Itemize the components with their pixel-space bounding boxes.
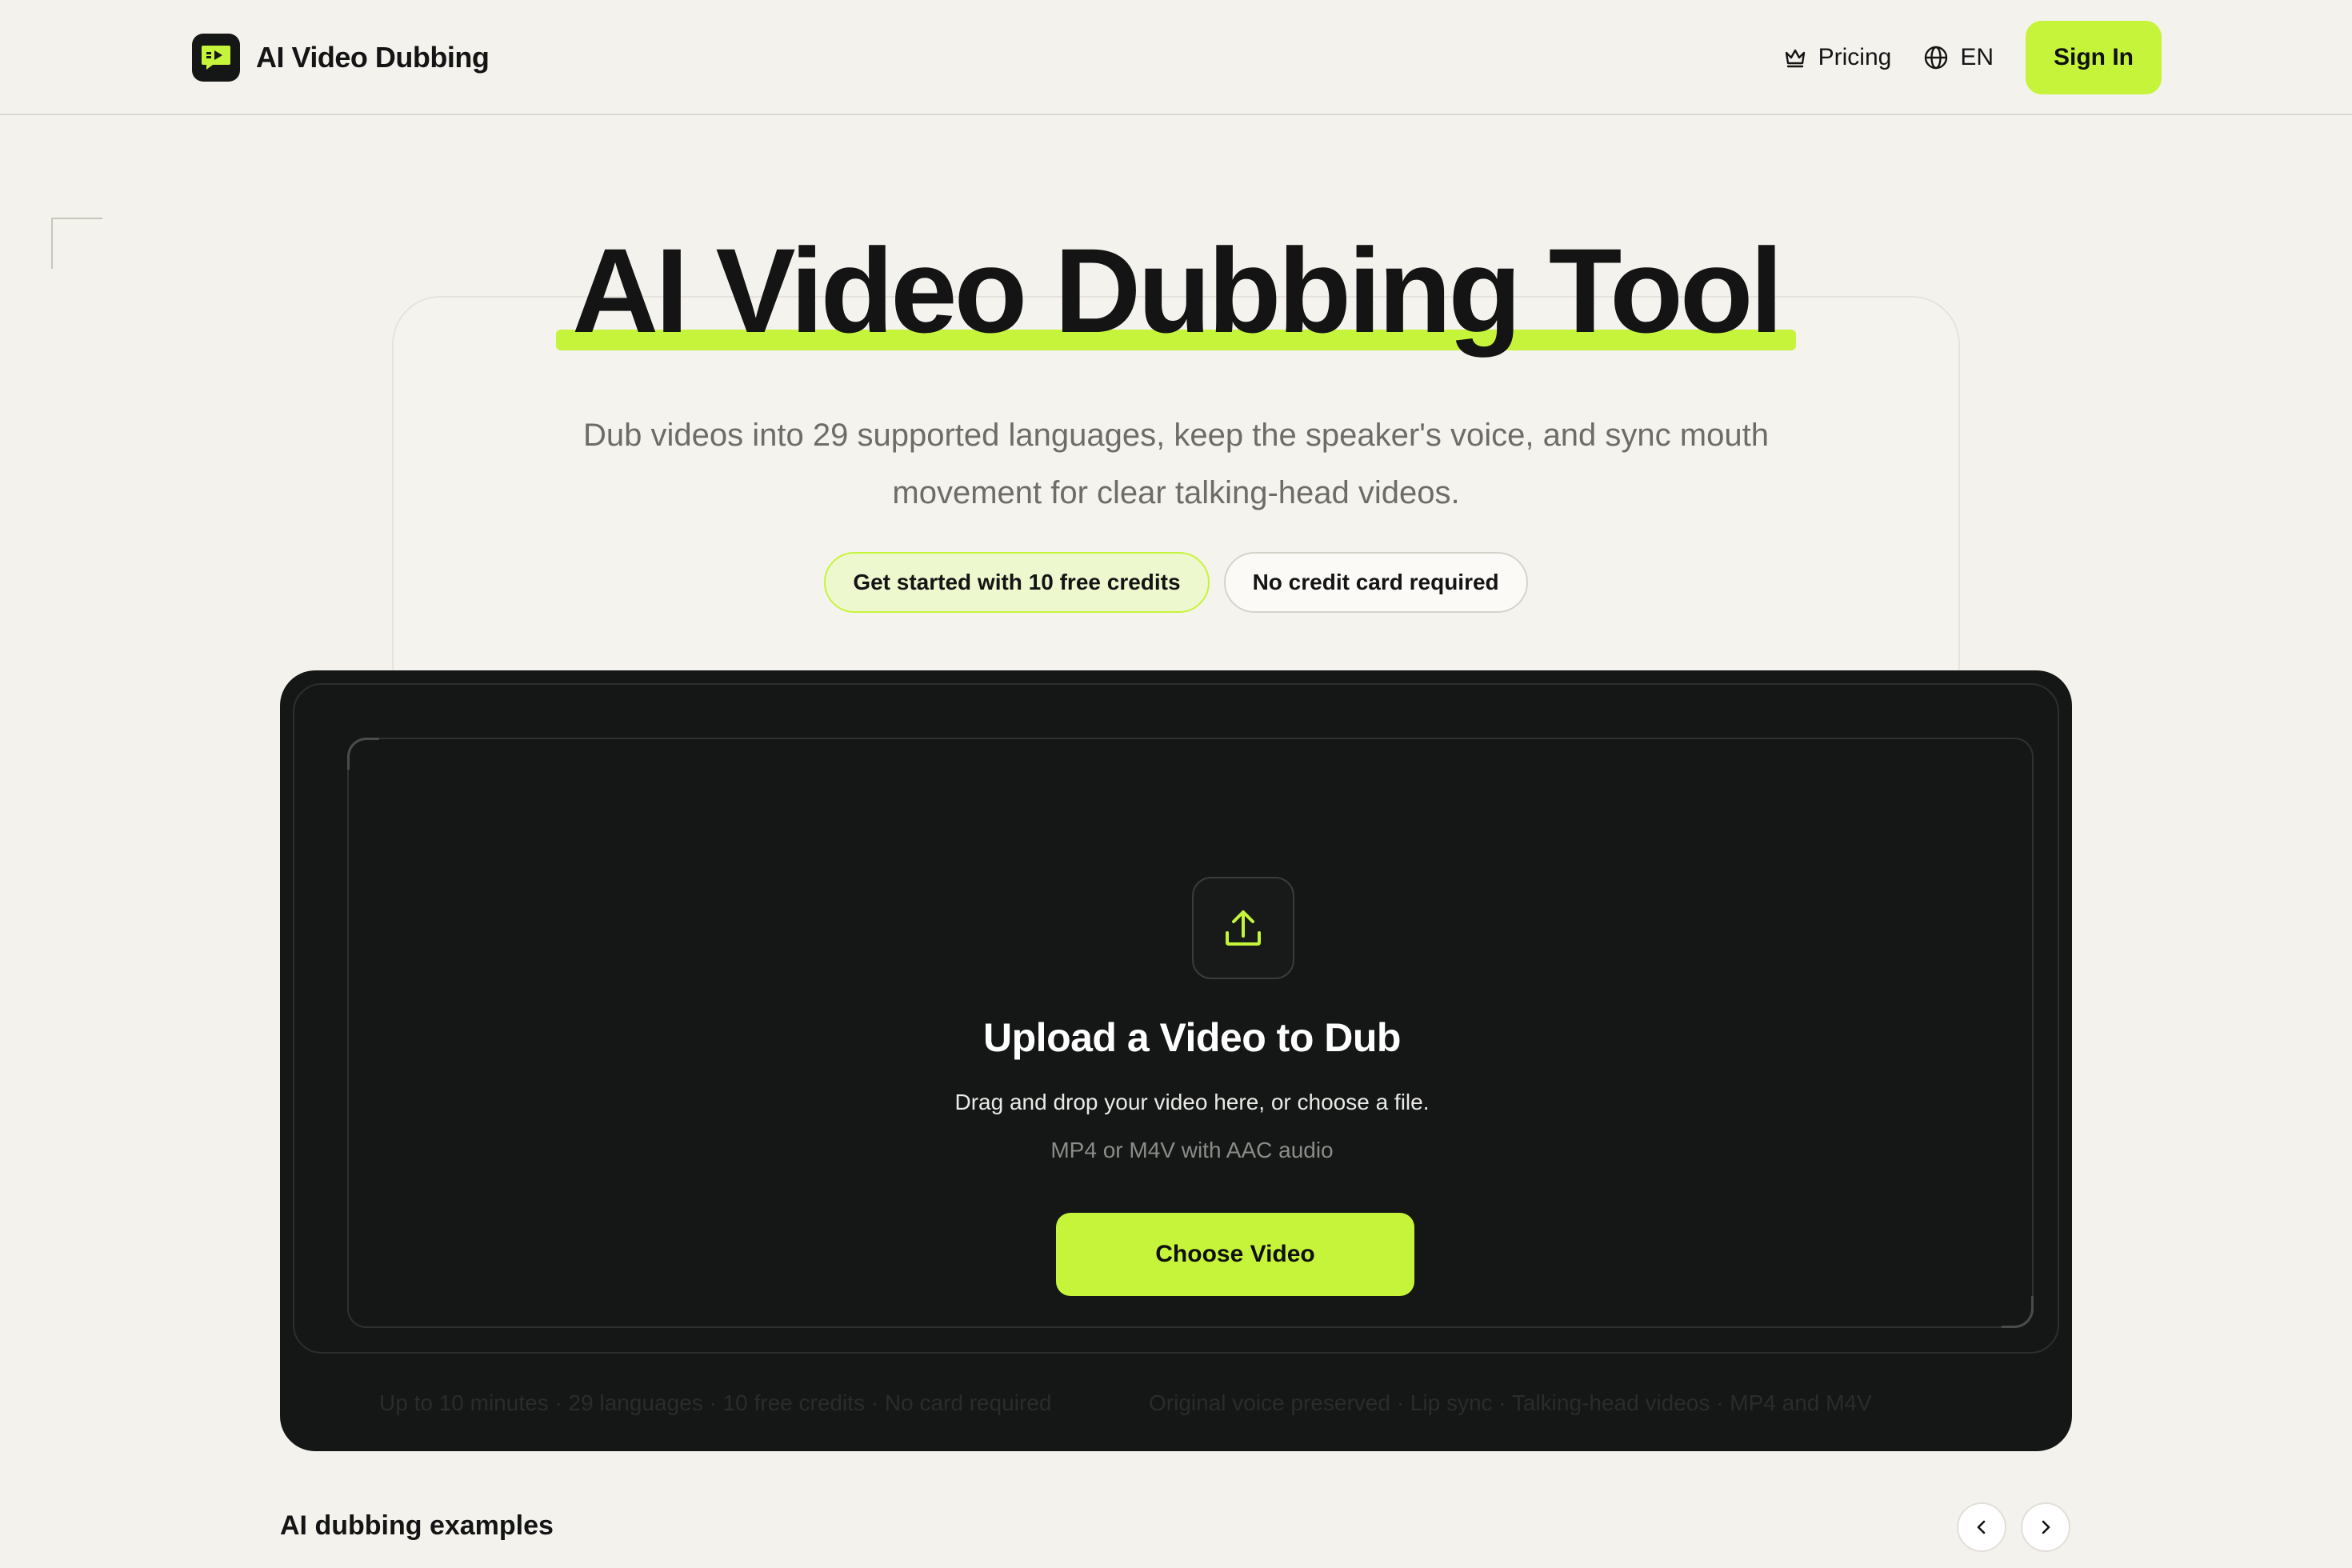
free-credits-badge: Get started with 10 free credits [824,552,1210,613]
hero-badges: Get started with 10 free credits No cred… [0,552,2352,613]
nav-pricing-link[interactable]: Pricing [1783,44,1892,71]
site-header: AI Video Dubbing Pricing EN Sign In [0,0,2352,115]
dropzone-corner-tl [347,738,379,770]
upload-title: Upload a Video to Dub [983,1015,1401,1060]
top-nav: Pricing EN Sign In [1783,21,2162,94]
chevron-right-icon [2042,1520,2050,1534]
sign-in-button[interactable]: Sign In [2026,21,2162,94]
video-dub-logo-icon [192,34,240,82]
chevron-left-icon [1977,1520,1986,1534]
upload-formats: MP4 or M4V with AAC audio [1050,1138,1334,1162]
nav-pricing-label: Pricing [1818,44,1892,70]
upload-icon [1192,877,1294,979]
carousel-next-button[interactable] [2021,1502,2070,1552]
upload-panel: Upload a Video to Dub Drag and drop your… [280,670,2072,1451]
feature-ticker-right: Original voice preserved · Lip sync · Ta… [1149,1390,1872,1415]
brand-name: AI Video Dubbing [256,41,490,74]
page-title-text: AI Video Dubbing Tool [555,230,1797,350]
page-title: AI Video Dubbing Tool [0,230,2352,350]
choose-video-button[interactable]: Choose Video [1056,1213,1414,1296]
carousel-prev-button[interactable] [1957,1502,2006,1552]
upload-description: Drag and drop your video here, or choose… [954,1090,1430,1114]
crown-icon [1785,49,1805,68]
feature-ticker-left: Up to 10 minutes · 29 languages · 10 fre… [379,1390,1052,1415]
examples-heading: AI dubbing examples [280,1510,554,1541]
language-label: EN [1960,44,1994,70]
no-card-badge: No credit card required [1223,552,1528,613]
video-dropzone[interactable]: Upload a Video to Dub Drag and drop your… [347,738,2034,1328]
globe-icon [1925,46,1948,70]
hero-subtitle: Dub videos into 29 supported languages, … [583,418,1769,510]
upload-panel-inner: Upload a Video to Dub Drag and drop your… [293,683,2059,1354]
dropzone-corner-br [2002,1296,2034,1328]
brand[interactable]: AI Video Dubbing [192,34,490,82]
language-selector[interactable]: EN [1923,44,1994,71]
